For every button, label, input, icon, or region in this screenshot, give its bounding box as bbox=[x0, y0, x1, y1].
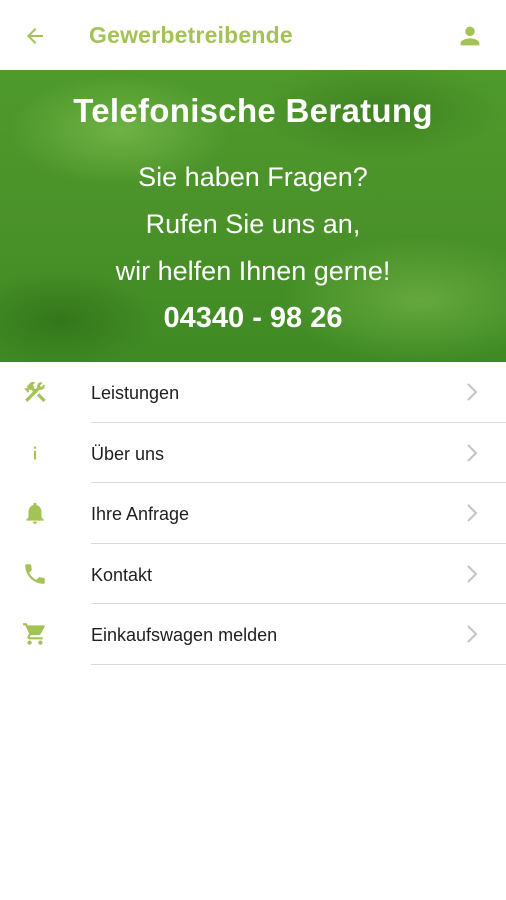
menu-item-ueber-uns[interactable]: Über uns bbox=[0, 423, 506, 483]
shopping-cart-icon bbox=[23, 623, 45, 645]
tools-icon bbox=[24, 381, 46, 403]
page-title: Gewerbetreibende bbox=[89, 22, 293, 48]
menu-item-label: Ihre Anfrage bbox=[91, 504, 190, 524]
phone-icon bbox=[25, 563, 45, 584]
person-icon bbox=[460, 26, 480, 46]
arrow-left-icon bbox=[27, 28, 43, 44]
chevron-right-icon bbox=[467, 564, 478, 583]
chevron-right-icon bbox=[467, 504, 478, 522]
menu-item-leistungen[interactable]: Leistungen bbox=[0, 362, 506, 423]
banner-text-line: Rufen Sie uns an, bbox=[145, 209, 361, 239]
bell-icon bbox=[26, 502, 44, 524]
banner-text-line: Sie haben Fragen? bbox=[138, 162, 368, 192]
menu-item-label: Über uns bbox=[91, 443, 165, 464]
menu-item-kontakt[interactable]: Kontakt bbox=[0, 544, 506, 604]
consultation-banner: Telefonische Beratung Sie haben Fragen? … bbox=[0, 70, 506, 362]
menu-item-label: Kontakt bbox=[91, 564, 153, 585]
menu-item-einkaufswagen-melden[interactable]: Einkaufswagen melden bbox=[0, 604, 506, 665]
chevron-right-icon bbox=[467, 443, 478, 462]
back-button[interactable] bbox=[18, 19, 52, 53]
menu-item-label: Leistungen bbox=[91, 383, 180, 403]
banner-text-line: wir helfen Ihnen gerne! bbox=[115, 256, 391, 286]
menu-item-ihre-anfrage[interactable]: Ihre Anfrage bbox=[0, 483, 506, 544]
info-icon bbox=[33, 446, 37, 459]
chevron-right-icon bbox=[467, 383, 478, 401]
main-menu: Leistungen Über uns Ihre Anfrage Kontakt… bbox=[0, 362, 506, 665]
menu-item-label: Einkaufswagen melden bbox=[91, 625, 278, 645]
banner-phone-number[interactable]: 04340 - 98 26 bbox=[0, 302, 506, 335]
chevron-right-icon bbox=[467, 625, 478, 643]
app-header: Gewerbetreibende bbox=[0, 0, 506, 70]
app-screen: Gewerbetreibende Telefonische Beratung S… bbox=[0, 0, 506, 900]
profile-button[interactable] bbox=[454, 20, 486, 52]
divider bbox=[91, 663, 506, 665]
banner-title: Telefonische Beratung bbox=[73, 92, 433, 129]
